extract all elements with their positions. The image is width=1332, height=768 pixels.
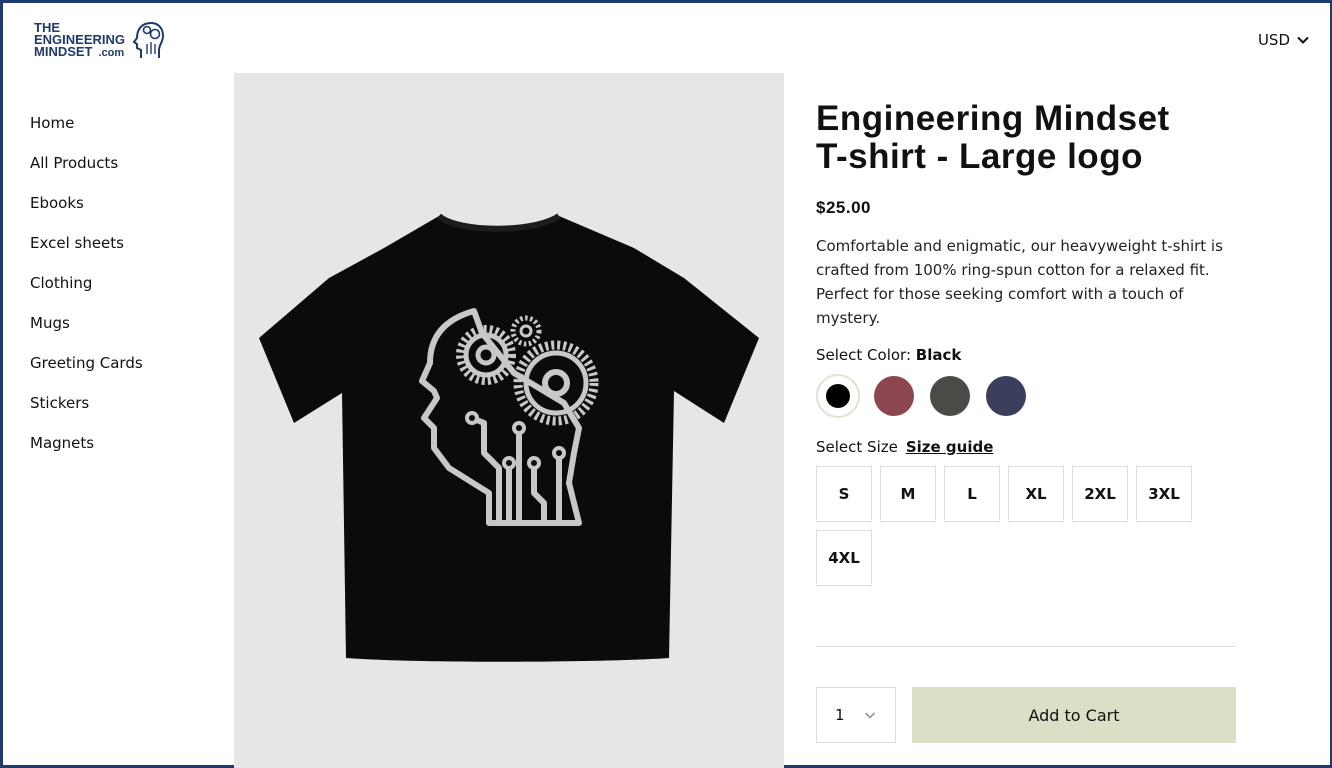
site-logo[interactable]: THE ENGINEERING MINDSET .com [34,18,194,62]
color-swatch-maroon[interactable] [872,374,916,418]
size-option-3xl[interactable]: 3XL [1136,466,1192,522]
sidebar-item-excel-sheets[interactable]: Excel sheets [30,232,143,272]
color-swatch-charcoal[interactable] [928,374,972,418]
currency-selector[interactable]: USD [1258,31,1310,49]
sidebar-item-all-products[interactable]: All Products [30,152,143,192]
color-swatches [816,374,1236,418]
size-option-m[interactable]: M [880,466,936,522]
size-options: S M L XL 2XL 3XL 4XL [816,466,1206,586]
currency-label: USD [1257,31,1290,49]
sidebar-item-greeting-cards[interactable]: Greeting Cards [30,352,143,392]
size-label: Select Size [816,438,898,456]
add-to-cart-button[interactable]: Add to Cart [912,687,1236,743]
product-title: Engineering Mindset T-shirt - Large logo [816,99,1170,176]
sidebar-item-clothing[interactable]: Clothing [30,272,143,312]
color-swatch-black[interactable] [816,374,860,418]
product-image[interactable] [234,73,784,768]
head-gears-logo-icon [132,21,165,58]
product-info: Engineering Mindset T-shirt - Large logo… [816,100,1236,586]
selected-color-name: Black [915,346,962,364]
chevron-down-icon [864,712,875,719]
size-option-l[interactable]: L [944,466,1000,522]
product-price: $25.00 [816,198,871,217]
size-label-row: Select Size Size guide [816,438,1236,456]
divider [816,646,1236,647]
sidebar-item-mugs[interactable]: Mugs [30,312,143,352]
quantity-value: 1 [835,706,845,724]
size-option-s[interactable]: S [816,466,872,522]
sidebar-item-ebooks[interactable]: Ebooks [30,192,143,232]
size-option-2xl[interactable]: 2XL [1072,466,1128,522]
quantity-select[interactable]: 1 [816,687,896,743]
sidebar-item-home[interactable]: Home [30,112,143,152]
color-label: Select Color: [816,346,911,364]
sidebar-item-stickers[interactable]: Stickers [30,392,143,432]
sidebar-item-magnets[interactable]: Magnets [30,432,143,472]
chevron-down-icon [1297,36,1309,44]
color-swatch-navy[interactable] [984,374,1028,418]
size-option-4xl[interactable]: 4XL [816,530,872,586]
tshirt-illustration [259,213,759,662]
product-description: Comfortable and enigmatic, our heavyweig… [816,237,1223,327]
size-guide-link[interactable]: Size guide [906,438,994,456]
size-option-xl[interactable]: XL [1008,466,1064,522]
logo-wordmark: THE ENGINEERING MINDSET .com [34,19,126,59]
color-label-row: Select Color: Black [816,346,1236,364]
sidebar-nav: Home All Products Ebooks Excel sheets Cl… [30,112,143,472]
